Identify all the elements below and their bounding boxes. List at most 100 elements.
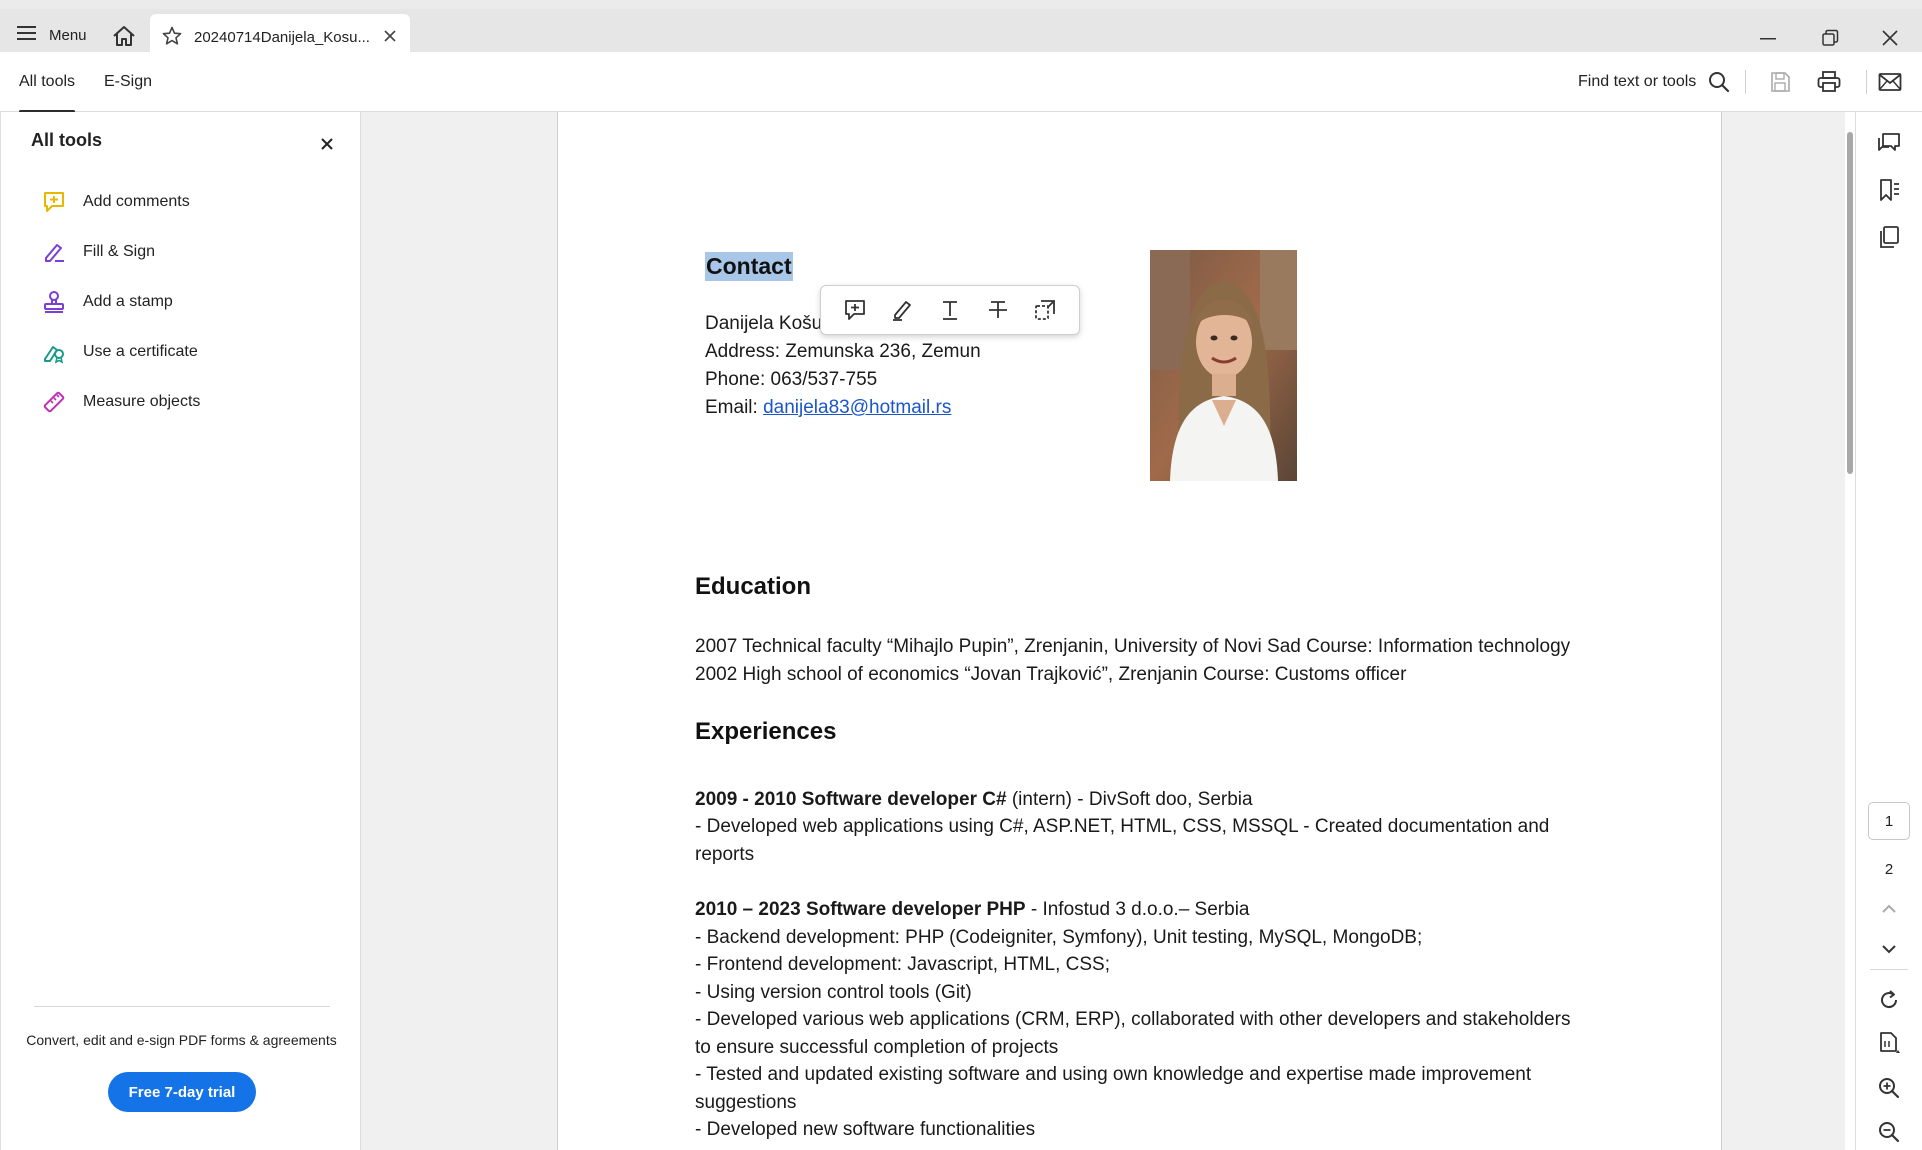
job2-header[interactable]: 2010 – 2023 Software developer PHP - Inf… <box>695 896 1249 924</box>
rail-divider <box>1870 969 1908 970</box>
job2-line[interactable]: - Tested and updated existing software a… <box>695 1061 1531 1089</box>
job2-line[interactable]: - Developed various web applications (CR… <box>695 1006 1571 1034</box>
tool-measure-objects[interactable]: Measure objects <box>41 385 200 419</box>
chevron-down-icon <box>1882 945 1896 954</box>
panel-title: All tools <box>31 130 102 150</box>
find-text-or-tools[interactable]: Find text or tools <box>1578 52 1730 112</box>
zoom-in-icon <box>1879 1078 1900 1099</box>
print-button[interactable] <box>1813 66 1845 98</box>
strikethrough-button[interactable] <box>981 293 1015 327</box>
tab-e-sign[interactable]: E-Sign <box>104 52 152 112</box>
save-icon <box>1771 72 1790 92</box>
underline-button[interactable] <box>933 293 967 327</box>
education-line[interactable]: 2002 High school of economics “Jovan Tra… <box>695 661 1406 689</box>
tool-label: Fill & Sign <box>83 243 156 260</box>
home-button[interactable] <box>108 20 140 52</box>
certificate-icon <box>41 339 67 365</box>
copy-button[interactable] <box>1028 293 1062 327</box>
education-heading[interactable]: Education <box>695 573 811 601</box>
fill-sign-icon <box>41 239 67 265</box>
education-line[interactable]: 2007 Technical faculty “Mihajlo Pupin”, … <box>695 633 1570 661</box>
previous-page-button[interactable] <box>1872 892 1906 926</box>
contact-name[interactable]: Danijela Košu <box>705 310 822 338</box>
email-prefix: Email: <box>705 397 764 418</box>
job1-company: (intern) - DivSoft doo, Serbia <box>1006 789 1253 810</box>
star-icon[interactable] <box>162 26 182 50</box>
fit-page-icon <box>1880 1032 1900 1053</box>
profile-photo <box>1150 250 1297 481</box>
stamp-icon <box>41 289 67 315</box>
job2-line[interactable]: - Using version control tools (Git) <box>695 979 972 1007</box>
tool-label: Use a certificate <box>83 343 198 360</box>
free-trial-button[interactable]: Free 7-day trial <box>108 1072 256 1112</box>
tab-title: 20240714Danijela_Kosu... <box>194 29 370 46</box>
panel-close-button[interactable] <box>317 134 337 154</box>
home-icon <box>113 26 135 46</box>
current-page-input[interactable]: 1 <box>1868 802 1910 840</box>
copy-selection-icon <box>1035 300 1056 320</box>
promo-text: Convert, edit and e-sign PDF forms & agr… <box>26 1032 337 1048</box>
contact-heading[interactable]: Contact <box>705 252 793 281</box>
tool-add-stamp[interactable]: Add a stamp <box>41 285 173 319</box>
strikethrough-icon <box>988 301 1007 318</box>
zoom-in-button[interactable] <box>1872 1071 1906 1105</box>
bookmarks-panel-button[interactable] <box>1872 173 1906 207</box>
add-comment-button[interactable] <box>838 293 872 327</box>
job2-company: - Infostud 3 d.o.o.– Serbia <box>1025 899 1250 920</box>
next-page-button[interactable] <box>1872 932 1906 966</box>
minimize-icon <box>1760 38 1776 40</box>
job2-title: 2010 – 2023 Software developer PHP <box>695 899 1026 920</box>
job2-line[interactable]: - Backend development: PHP (Codeigniter,… <box>695 924 1422 952</box>
save-button[interactable] <box>1764 66 1796 98</box>
comment-plus-icon <box>844 300 865 320</box>
vertical-scrollbar-thumb[interactable] <box>1847 132 1853 474</box>
job2-line[interactable]: suggestions <box>695 1089 796 1117</box>
measure-icon <box>41 389 67 415</box>
email-link[interactable]: danijela83@hotmail.rs <box>763 397 951 418</box>
highlight-button[interactable] <box>885 293 919 327</box>
print-icon <box>1817 71 1841 92</box>
email-button[interactable] <box>1874 66 1906 98</box>
zoom-out-icon <box>1879 1122 1900 1143</box>
job2-line[interactable]: - Frontend development: Javascript, HTML… <box>695 951 1110 979</box>
rotate-icon <box>1881 990 1898 1009</box>
job1-line[interactable]: reports <box>695 841 754 869</box>
comments-panel-button[interactable] <box>1872 126 1906 160</box>
mail-icon <box>1878 73 1902 91</box>
tab-close-icon[interactable] <box>384 29 396 46</box>
contact-address[interactable]: Address: Zemunska 236, Zemun <box>705 338 981 366</box>
tool-label: Add a stamp <box>83 293 173 310</box>
text-underline-icon <box>942 301 957 320</box>
job1-title: 2009 - 2010 Software developer C# <box>695 789 1007 810</box>
total-pages-label: 2 <box>1884 860 1894 878</box>
comments-icon <box>1878 133 1900 151</box>
contact-phone[interactable]: Phone: 063/537-755 <box>705 366 877 394</box>
job2-line[interactable]: to ensure successful completion of proje… <box>695 1034 1058 1062</box>
main-toolbar: All tools E-Sign Find text or tools <box>0 52 1922 113</box>
pages-panel-button[interactable] <box>1872 220 1906 254</box>
add-comment-icon <box>41 189 67 215</box>
tool-use-certificate[interactable]: Use a certificate <box>41 335 198 369</box>
all-tools-panel: All tools Add comments Fill & Sign Add a… <box>0 112 361 1150</box>
search-icon <box>1709 72 1730 93</box>
rotate-button[interactable] <box>1872 983 1906 1017</box>
tab-all-tools-label: All tools <box>19 73 76 90</box>
restore-icon <box>1822 29 1839 46</box>
tool-fill-sign[interactable]: Fill & Sign <box>41 235 155 269</box>
contact-email[interactable]: Email: danijela83@hotmail.rs <box>705 394 951 422</box>
tab-all-tools[interactable]: All tools <box>19 52 76 113</box>
tab-e-sign-label: E-Sign <box>104 73 153 90</box>
tool-label: Add comments <box>83 193 190 210</box>
job1-line[interactable]: - Developed web applications using C#, A… <box>695 813 1549 841</box>
job1-header[interactable]: 2009 - 2010 Software developer C# (inter… <box>695 786 1253 814</box>
menu-button[interactable]: Menu <box>17 18 87 52</box>
tool-add-comments[interactable]: Add comments <box>41 185 190 219</box>
fit-page-button[interactable] <box>1872 1026 1906 1060</box>
find-label: Find text or tools <box>1578 73 1697 90</box>
chevron-up-icon <box>1882 904 1896 913</box>
tool-label: Measure objects <box>83 393 201 410</box>
zoom-out-button[interactable] <box>1872 1115 1906 1149</box>
experiences-heading[interactable]: Experiences <box>695 718 836 746</box>
highlighter-icon <box>893 301 912 321</box>
job2-line[interactable]: - Developed new software functionalities <box>695 1116 1035 1144</box>
